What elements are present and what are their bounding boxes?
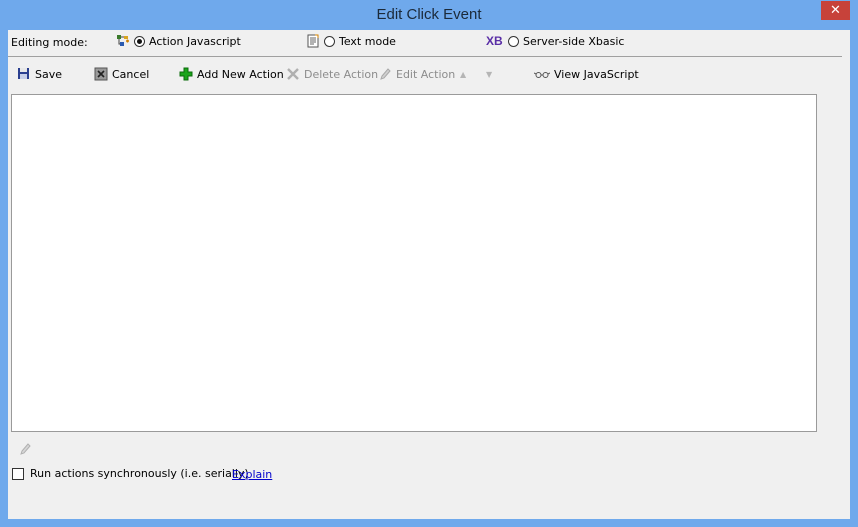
add-new-action-button[interactable]: Add New Action — [179, 66, 284, 82]
plus-icon — [179, 67, 193, 81]
action-tree-icon — [116, 34, 130, 48]
floppy-disk-icon — [17, 67, 31, 81]
delete-action-label: Delete Action — [304, 67, 379, 81]
arrow-down-icon: ▼ — [486, 69, 493, 79]
window-title: Edit Click Event — [376, 6, 482, 23]
move-down-button[interactable]: ▼ — [486, 66, 492, 82]
action-javascript-label: Action Javascript — [149, 34, 241, 48]
mode-option-action-javascript[interactable]: Action Javascript — [116, 34, 241, 48]
xb-icon: XB — [486, 34, 503, 48]
bottom-edit-button[interactable] — [18, 442, 32, 456]
view-javascript-button[interactable]: View JavaScript — [533, 66, 639, 82]
mode-separator — [8, 56, 842, 57]
delete-action-button[interactable]: Delete Action — [286, 66, 378, 82]
title-bar[interactable]: Edit Click Event ✕ — [0, 0, 858, 30]
cancel-button[interactable]: Cancel — [94, 66, 149, 82]
close-button[interactable]: ✕ — [821, 1, 850, 20]
text-doc-icon — [306, 34, 320, 48]
editing-mode-label: Editing mode: — [11, 36, 88, 49]
pencil-icon — [378, 67, 392, 81]
mode-option-server-xbasic[interactable]: XB Server-side Xbasic — [486, 34, 624, 48]
server-xbasic-radio[interactable] — [508, 35, 519, 47]
edit-action-label: Edit Action — [396, 67, 456, 81]
run-synchronously-checkbox[interactable] — [12, 467, 24, 480]
run-synchronously-option[interactable]: Run actions synchronously (i.e. serially… — [12, 467, 249, 480]
text-mode-label: Text mode — [339, 34, 396, 48]
delete-x-icon — [286, 67, 300, 81]
explain-link[interactable]: Explain — [232, 468, 272, 481]
glasses-icon — [533, 67, 551, 81]
dialog-client-area: Editing mode: Action Javascript Text mod… — [8, 30, 850, 519]
save-label: Save — [35, 67, 63, 81]
cancel-x-icon — [94, 67, 108, 81]
cancel-label: Cancel — [112, 67, 150, 81]
text-mode-radio[interactable] — [324, 35, 335, 47]
move-up-button[interactable]: ▲ — [460, 66, 466, 82]
edit-action-button[interactable]: Edit Action — [378, 66, 455, 82]
server-xbasic-label: Server-side Xbasic — [523, 34, 625, 48]
pencil-icon — [18, 442, 32, 456]
run-synchronously-label: Run actions synchronously (i.e. serially… — [30, 467, 249, 480]
arrow-up-icon: ▲ — [460, 69, 467, 79]
action-javascript-radio[interactable] — [134, 35, 145, 47]
dialog-window: Edit Click Event ✕ Editing mode: Action … — [0, 0, 858, 527]
save-button[interactable]: Save — [17, 66, 62, 82]
add-new-action-label: Add New Action — [197, 67, 284, 81]
view-javascript-label: View JavaScript — [554, 67, 639, 81]
action-list-panel[interactable] — [11, 94, 817, 432]
mode-option-text-mode[interactable]: Text mode — [306, 34, 396, 48]
